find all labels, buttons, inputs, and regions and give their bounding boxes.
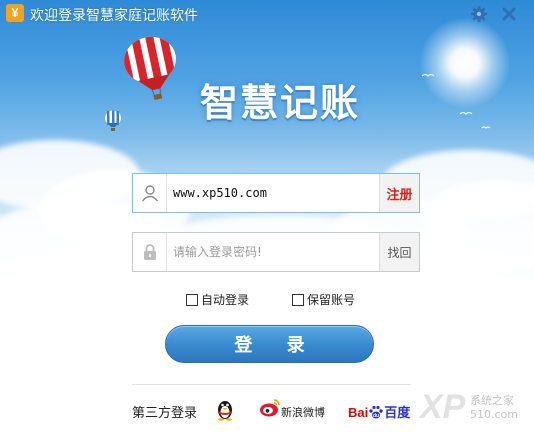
divider bbox=[132, 384, 411, 385]
auto-login-checkbox[interactable]: 自动登录 bbox=[186, 291, 249, 308]
password-field: 找回 bbox=[132, 232, 420, 272]
password-input[interactable] bbox=[167, 233, 379, 271]
window-title: 欢迎登录智慧家庭记账软件 bbox=[30, 8, 198, 24]
weibo-label[interactable]: 新浪微博 bbox=[281, 404, 325, 420]
baidu-paw-icon: du bbox=[368, 405, 384, 420]
checkbox-box[interactable] bbox=[292, 293, 304, 306]
login-button[interactable]: 登 录 bbox=[165, 325, 374, 363]
watermark-text: 系统之家 510.com bbox=[470, 394, 518, 421]
gear-icon[interactable] bbox=[469, 4, 489, 24]
close-icon[interactable] bbox=[499, 4, 519, 24]
baidu-text-red: Bai bbox=[348, 405, 369, 420]
save-account-checkbox[interactable]: 保留账号 bbox=[292, 291, 355, 308]
lock-icon bbox=[133, 233, 167, 271]
hot-air-balloon-large bbox=[122, 36, 177, 100]
checkbox-box[interactable] bbox=[186, 293, 198, 306]
svg-text:du: du bbox=[373, 413, 379, 419]
login-window: 智慧记账 ¥ 欢迎登录智慧家庭记账软件 www.xp510.com 注册 找回 … bbox=[0, 0, 534, 445]
register-link[interactable]: 注册 bbox=[379, 174, 419, 212]
username-field: 注册 bbox=[132, 173, 420, 213]
user-icon bbox=[133, 174, 167, 212]
qq-penguin-icon[interactable] bbox=[215, 397, 235, 425]
username-input[interactable] bbox=[167, 174, 379, 212]
recover-password-link[interactable]: 找回 bbox=[379, 233, 419, 271]
hot-air-balloon-small bbox=[105, 110, 121, 131]
baidu-text-cn: 百度 bbox=[384, 405, 411, 420]
birds bbox=[421, 74, 491, 129]
baidu-login-link[interactable]: Bai du 百度 bbox=[348, 402, 410, 421]
save-account-label: 保留账号 bbox=[307, 293, 356, 307]
title-bar[interactable]: ¥ 欢迎登录智慧家庭记账软件 bbox=[0, 0, 534, 28]
weibo-icon[interactable] bbox=[259, 398, 281, 422]
app-logo-icon: ¥ bbox=[6, 4, 24, 22]
watermark-logo: XP bbox=[420, 388, 466, 426]
third-party-label: 第三方登录 bbox=[132, 406, 198, 421]
brand-title: 智慧记账 bbox=[200, 81, 361, 125]
auto-login-label: 自动登录 bbox=[201, 293, 250, 307]
